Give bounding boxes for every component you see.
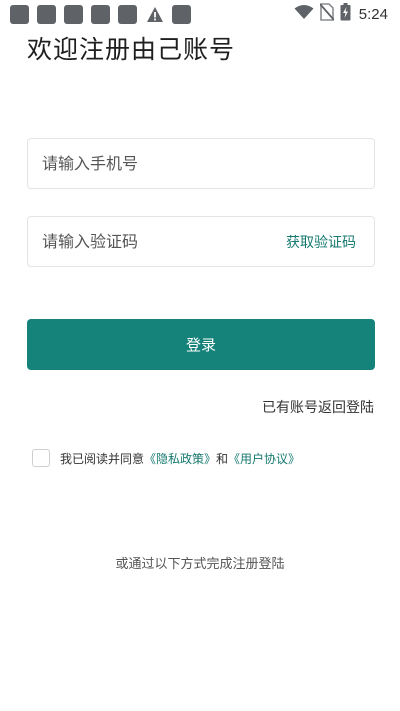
agreement-and: 和 xyxy=(216,451,229,466)
notification-icons xyxy=(10,4,191,24)
notification-icon xyxy=(118,4,137,24)
no-sim-icon xyxy=(319,3,335,25)
status-bar: 5:24 xyxy=(0,0,400,28)
warning-icon xyxy=(145,5,164,24)
login-button[interactable]: 登录 xyxy=(27,319,375,370)
notification-icon xyxy=(64,4,83,24)
notification-icon xyxy=(91,4,110,24)
agreement-text: 我已阅读并同意《隐私政策》和《用户协议》 xyxy=(60,450,300,467)
verification-code-input[interactable] xyxy=(42,232,286,251)
notification-icon xyxy=(37,4,56,24)
agreement-row: 我已阅读并同意《隐私政策》和《用户协议》 xyxy=(32,449,300,467)
battery-charging-icon xyxy=(340,3,351,25)
get-code-button[interactable]: 获取验证码 xyxy=(286,232,356,252)
back-to-login-link[interactable]: 已有账号返回登陆 xyxy=(262,397,374,417)
status-time: 5:24 xyxy=(358,5,388,23)
status-indicators: 5:24 xyxy=(294,3,388,25)
verification-code-field[interactable]: 获取验证码 xyxy=(27,216,375,267)
register-screen: 5:24 欢迎注册由己账号 获取验证码 登录 已有账号返回登陆 我已阅读并同意《… xyxy=(0,0,400,711)
notification-icon xyxy=(172,4,191,24)
notification-icon xyxy=(10,4,29,24)
privacy-policy-link[interactable]: 《隐私政策》 xyxy=(144,452,216,466)
other-methods-text: 或通过以下方式完成注册登陆 xyxy=(115,557,285,572)
user-agreement-link[interactable]: 《用户协议》 xyxy=(228,452,300,466)
page-title: 欢迎注册由己账号 xyxy=(27,35,236,64)
phone-field[interactable] xyxy=(27,138,375,189)
wifi-icon xyxy=(294,4,314,24)
agree-checkbox[interactable] xyxy=(32,449,50,467)
agreement-prefix: 我已阅读并同意 xyxy=(60,451,145,466)
phone-input[interactable] xyxy=(42,154,360,173)
